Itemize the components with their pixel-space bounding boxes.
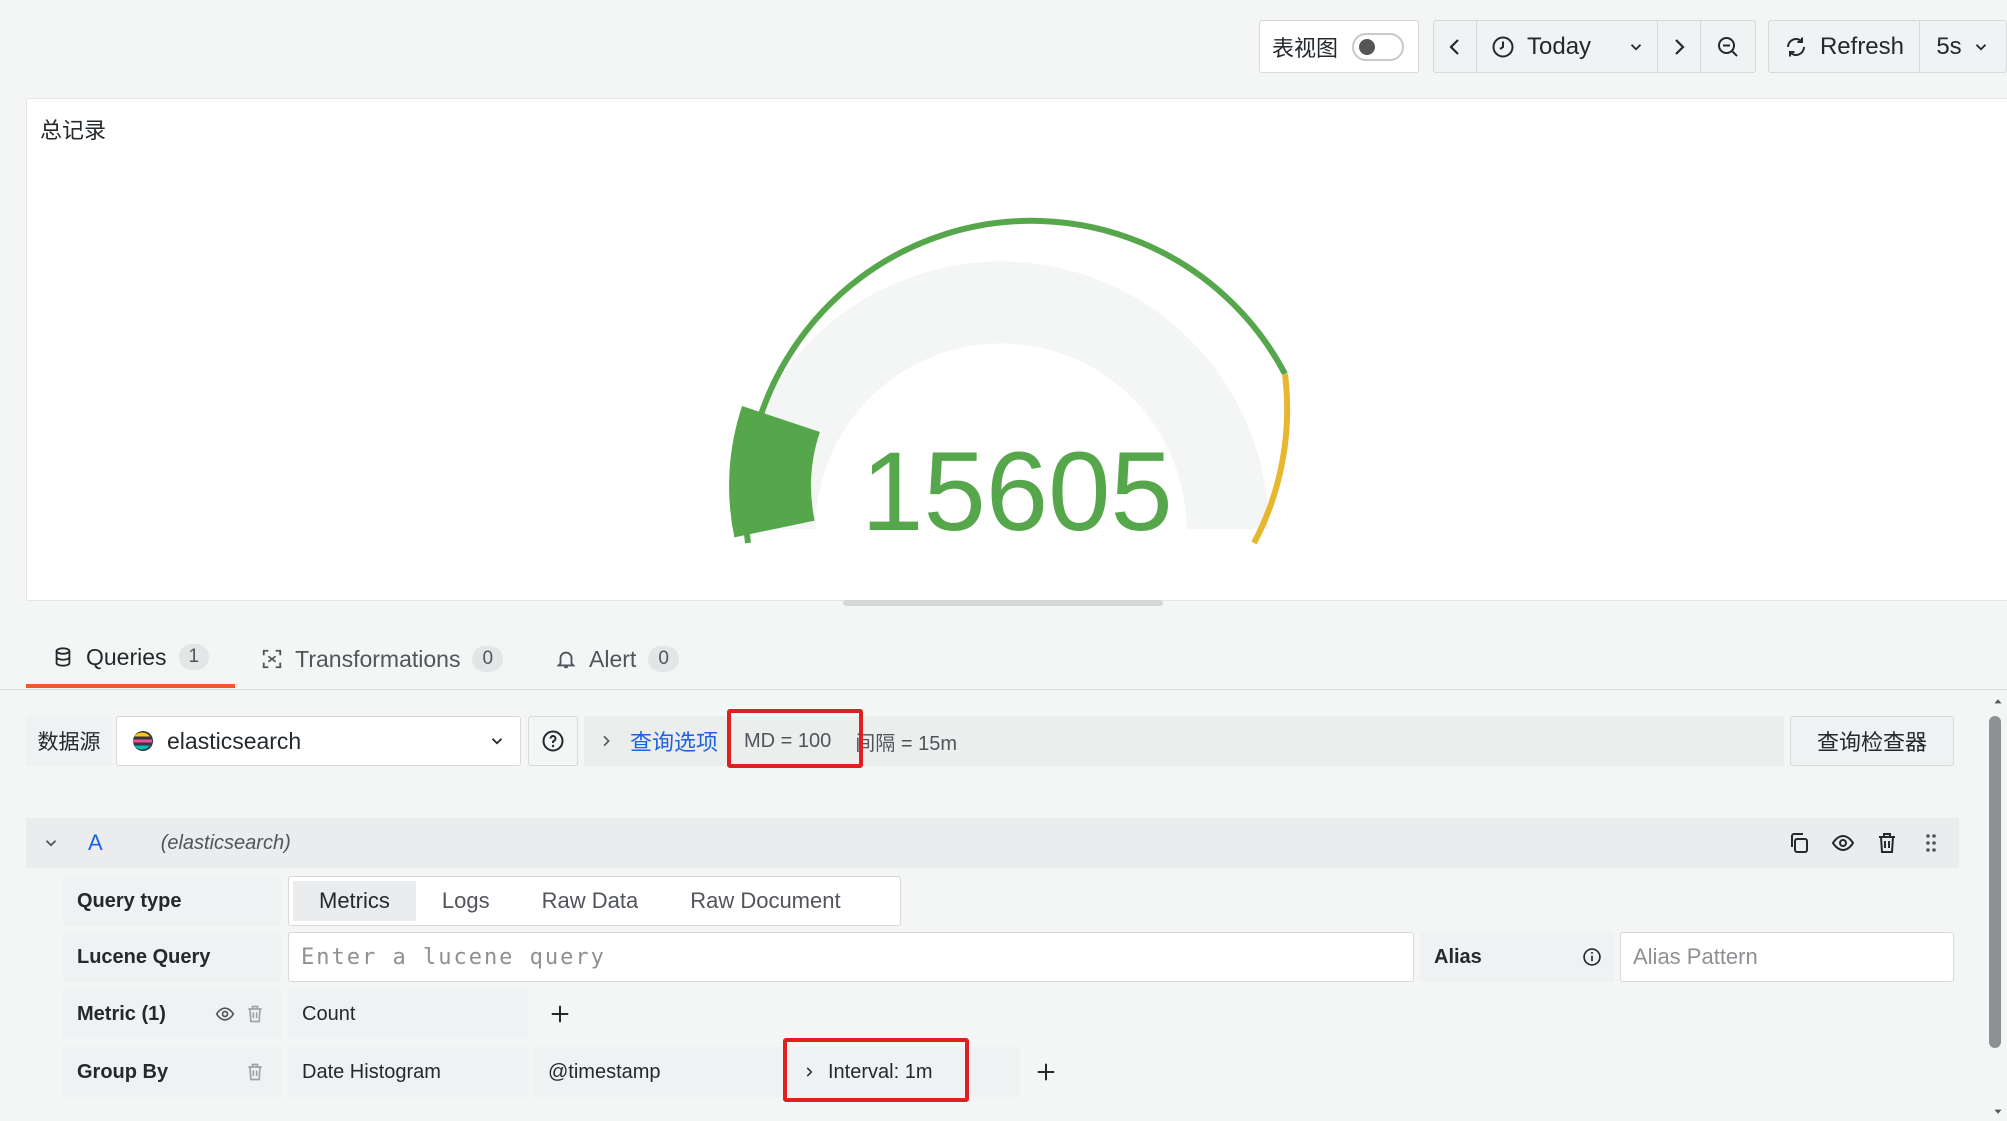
eye-icon[interactable] xyxy=(215,1004,235,1024)
lucene-query-field[interactable] xyxy=(288,932,1414,982)
query-type-raw-document[interactable]: Raw Document xyxy=(664,881,866,921)
plus-icon xyxy=(1037,1063,1055,1081)
table-view-label: 表视图 xyxy=(1272,35,1339,61)
metric-label: Metric (1) xyxy=(63,989,281,1039)
alias-label-text: Alias xyxy=(1434,945,1482,968)
table-view-toggle[interactable]: 表视图 xyxy=(1259,20,1419,73)
refresh-group: Refresh 5s xyxy=(1768,20,2007,73)
datasource-row: 数据源 elasticsearch 查询选项 MD = 100 间隔 = 15m… xyxy=(26,716,1954,766)
gauge-value-arc xyxy=(729,405,821,538)
time-back-button[interactable] xyxy=(1433,20,1477,73)
group-by-type-select[interactable]: Date Histogram xyxy=(288,1047,528,1097)
trash-icon[interactable] xyxy=(245,1004,265,1024)
tab-transformations[interactable]: Transformations 0 xyxy=(235,630,529,688)
refresh-interval-picker[interactable]: 5s xyxy=(1919,20,2007,73)
refresh-button[interactable]: Refresh xyxy=(1768,20,1920,73)
chevron-down-icon xyxy=(491,738,503,745)
group-by-label: Group By xyxy=(63,1047,281,1097)
time-picker-group: Today xyxy=(1433,20,1756,73)
tab-queries-label: Queries xyxy=(86,643,167,670)
datasource-picker[interactable]: elasticsearch xyxy=(116,716,521,766)
alias-field[interactable] xyxy=(1620,932,1954,982)
tab-transformations-label: Transformations xyxy=(295,645,461,672)
duplicate-icon[interactable] xyxy=(1787,831,1811,855)
chevron-left-icon xyxy=(1449,38,1459,55)
trash-icon[interactable] xyxy=(245,1062,265,1082)
metric-actions xyxy=(215,1004,265,1024)
tab-alert-label: Alert xyxy=(589,645,637,672)
lucene-query-input[interactable] xyxy=(301,944,1413,970)
highlight-box-interval xyxy=(783,1038,969,1102)
plus-icon xyxy=(551,1005,569,1023)
group-by-actions xyxy=(245,1062,265,1082)
datasource-help-button[interactable] xyxy=(528,716,578,766)
gauge-chart: 15605 xyxy=(729,217,1291,554)
refresh-interval-value: 5s xyxy=(1936,32,1962,60)
chevron-down-icon xyxy=(1630,43,1642,51)
zoom-out-icon xyxy=(1718,36,1738,57)
alias-input[interactable] xyxy=(1633,944,1953,970)
refresh-icon xyxy=(1786,37,1805,56)
query-type-logs[interactable]: Logs xyxy=(416,881,516,921)
chevron-right-icon xyxy=(1675,38,1685,55)
query-datasource-hint: (elasticsearch) xyxy=(160,831,291,854)
gauge-panel[interactable]: 总记录 15605 xyxy=(26,98,2007,601)
lucene-query-label: Lucene Query xyxy=(63,932,281,982)
group-by-field-select[interactable]: @timestamp xyxy=(534,1047,782,1097)
tab-transformations-count: 0 xyxy=(472,646,504,672)
group-by-label-text: Group By xyxy=(77,1060,169,1083)
info-icon[interactable] xyxy=(1582,947,1602,967)
alias-label: Alias xyxy=(1420,932,1614,982)
chevron-down-icon[interactable] xyxy=(42,834,60,852)
scroll-down-icon[interactable] xyxy=(1989,1105,2007,1119)
transform-icon xyxy=(262,649,282,669)
bell-icon xyxy=(556,651,576,669)
query-row-header[interactable]: A (elasticsearch) xyxy=(26,818,1959,868)
datasource-selected: elasticsearch xyxy=(167,727,302,754)
refresh-label: Refresh xyxy=(1819,32,1905,60)
clock-icon xyxy=(1492,36,1514,57)
query-type-metrics[interactable]: Metrics xyxy=(293,881,416,921)
top-toolbar: 表视图 Today Refresh 5s xyxy=(1259,20,2007,73)
query-type-selector: Metrics Logs Raw Data Raw Document xyxy=(288,876,901,926)
chevron-right-icon xyxy=(603,735,610,747)
tabs-divider xyxy=(0,689,2007,690)
scroll-up-icon[interactable] xyxy=(1989,694,2007,708)
query-type-raw-data[interactable]: Raw Data xyxy=(516,881,665,921)
chevron-down-icon xyxy=(1975,43,1986,51)
tab-alert[interactable]: Alert 0 xyxy=(529,630,705,688)
editor-tabs: Queries 1 Transformations 0 Alert 0 xyxy=(26,630,2007,690)
query-ref-id[interactable]: A xyxy=(88,830,103,856)
editor-scrollbar-thumb[interactable] xyxy=(1989,716,2001,1048)
drag-handle-icon[interactable] xyxy=(1919,831,1943,855)
query-options-link[interactable]: 查询选项 xyxy=(630,725,718,757)
zoom-out-button[interactable] xyxy=(1700,20,1756,73)
gauge-value-text: 15605 xyxy=(861,429,1172,554)
tab-alert-count: 0 xyxy=(648,646,679,672)
tab-queries[interactable]: Queries 1 xyxy=(26,630,236,688)
question-circle-icon xyxy=(542,730,564,752)
add-metric-button[interactable] xyxy=(545,999,575,1029)
table-view-switch[interactable] xyxy=(1352,32,1405,61)
panel-resize-handle[interactable] xyxy=(843,600,1163,606)
elasticsearch-icon xyxy=(133,731,153,751)
metric-type-select[interactable]: Count xyxy=(288,989,528,1039)
highlight-box-md xyxy=(727,709,863,768)
tab-queries-count: 1 xyxy=(178,644,210,670)
add-group-by-button[interactable] xyxy=(1031,1057,1061,1087)
interval-info: 间隔 = 15m xyxy=(855,732,957,755)
metric-label-text: Metric (1) xyxy=(77,1002,166,1025)
time-range-label: Today xyxy=(1527,32,1592,60)
query-actions xyxy=(1787,831,1943,855)
time-forward-button[interactable] xyxy=(1657,20,1701,73)
query-type-label: Query type xyxy=(63,876,281,926)
datasource-label: 数据源 xyxy=(26,716,112,766)
eye-icon[interactable] xyxy=(1831,831,1855,855)
query-inspector-button[interactable]: 查询检查器 xyxy=(1790,716,1954,766)
time-range-picker[interactable]: Today xyxy=(1476,20,1658,73)
trash-icon[interactable] xyxy=(1875,831,1899,855)
database-icon xyxy=(55,647,71,667)
